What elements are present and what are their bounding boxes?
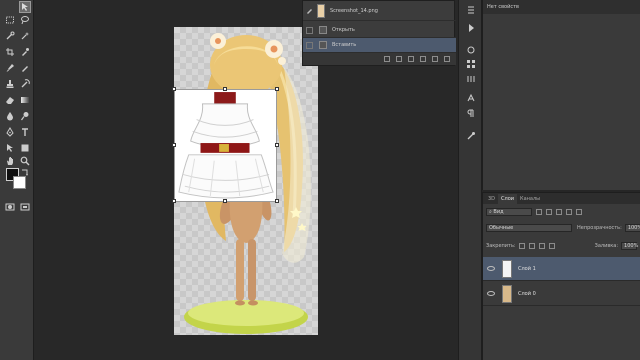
layer-name: Слой 0 — [518, 290, 536, 297]
play-icon[interactable] — [408, 56, 414, 62]
layer-thumbnail — [502, 259, 512, 278]
file-panel-footer — [303, 53, 456, 65]
transform-handle-tl[interactable] — [172, 87, 176, 91]
filter-kind-label: Вид — [493, 209, 504, 215]
quick-mask-icon[interactable] — [4, 201, 16, 213]
actions-icon[interactable] — [465, 22, 477, 34]
visibility-eye-icon[interactable] — [487, 291, 495, 296]
checkbox-icon[interactable] — [306, 42, 313, 49]
new-icon[interactable] — [432, 56, 438, 62]
blend-mode-select[interactable]: Обычные — [486, 224, 572, 232]
tab-layers[interactable]: Слои — [498, 194, 518, 204]
swap-colors-icon[interactable] — [19, 166, 31, 178]
pasted-layer-transform-box[interactable] — [174, 89, 277, 202]
folder-icon[interactable] — [420, 56, 426, 62]
fill-label: Заливка: — [594, 243, 619, 249]
properties-panel: Нет свойств — [482, 0, 640, 190]
history-icon[interactable] — [465, 4, 477, 16]
layer-thumbnail — [502, 284, 512, 303]
opacity-input[interactable]: 100% — [624, 224, 640, 232]
tools-panel — [0, 0, 34, 360]
filter-smart-icon[interactable] — [576, 209, 582, 215]
lock-transparent-icon[interactable] — [518, 243, 525, 249]
lock-label: Закрепить: — [486, 243, 516, 249]
eyedropper-icon[interactable] — [19, 46, 31, 58]
edit-icon — [306, 7, 313, 14]
filter-adjust-icon[interactable] — [546, 209, 552, 215]
hand-icon[interactable] — [4, 155, 16, 167]
panel-dock — [458, 0, 482, 360]
action-icon — [319, 41, 327, 49]
transform-handle-bottom[interactable] — [223, 199, 227, 203]
history-brush-icon[interactable] — [19, 78, 31, 90]
filter-shape-icon[interactable] — [566, 209, 572, 215]
filter-kind-select[interactable]: ⌕ Вид — [486, 208, 532, 216]
pen-icon[interactable] — [4, 126, 16, 138]
file-row[interactable]: Screenshot_14.png — [303, 1, 456, 21]
properties-title: Нет свойств — [483, 0, 640, 14]
dress-image — [178, 92, 274, 199]
lock-row: Закрепить: Заливка: 100% — [483, 242, 640, 250]
fill-input[interactable]: 100% — [621, 242, 638, 250]
action-icon — [319, 26, 327, 34]
blend-row: Обычные Непрозрачность: 100% — [483, 224, 640, 232]
search-icon: ⌕ — [489, 209, 492, 215]
stamp-icon[interactable] — [4, 78, 16, 90]
screen-mode-icon[interactable] — [19, 201, 31, 213]
gradient-icon[interactable] — [19, 94, 31, 106]
layers-tabs: 3D Слои Каналы — [483, 193, 640, 204]
crop-icon[interactable] — [4, 46, 16, 58]
pencil-icon[interactable] — [19, 62, 31, 74]
shape-icon[interactable] — [19, 142, 31, 154]
adjustments-icon[interactable] — [465, 73, 477, 85]
dodge-icon[interactable] — [19, 110, 31, 122]
transform-handle-br[interactable] — [275, 199, 279, 203]
lasso-icon[interactable] — [19, 14, 31, 26]
swatches-icon[interactable] — [465, 58, 477, 70]
layers-panel: 3D Слои Каналы ⌕ Вид Обычные Непрозрачно… — [482, 192, 640, 360]
trash-icon[interactable] — [444, 56, 450, 62]
move-tool-icon[interactable] — [19, 1, 31, 13]
transform-handle-right[interactable] — [275, 143, 279, 147]
eraser-icon[interactable] — [4, 94, 16, 106]
record-icon[interactable] — [396, 56, 402, 62]
action-insert-label: Вставить — [332, 42, 357, 48]
filter-row: ⌕ Вид — [483, 208, 640, 216]
paragraph-icon[interactable] — [465, 107, 477, 119]
layer-row[interactable]: Слой 0 — [483, 282, 640, 306]
layer-row[interactable]: Слой 1 — [483, 257, 640, 281]
filter-pixel-icon[interactable] — [536, 209, 542, 215]
lock-pixels-icon[interactable] — [528, 243, 535, 249]
file-panel: Screenshot_14.png Открыть Вставить — [302, 0, 456, 66]
file-thumbnail — [317, 3, 325, 18]
file-name: Screenshot_14.png — [330, 7, 378, 14]
action-insert[interactable]: Вставить — [303, 38, 456, 53]
stop-icon[interactable] — [384, 56, 390, 62]
opacity-label: Непрозрачность: — [577, 225, 622, 231]
layer-name: Слой 1 — [518, 265, 536, 272]
tab-channels[interactable]: Каналы — [517, 194, 543, 204]
filter-type-icon[interactable] — [556, 209, 562, 215]
action-open[interactable]: Открыть — [303, 23, 456, 38]
tool-presets-icon[interactable] — [465, 130, 477, 142]
brush-icon[interactable] — [4, 62, 16, 74]
transform-handle-top[interactable] — [223, 87, 227, 91]
blur-icon[interactable] — [4, 110, 16, 122]
transform-handle-tr[interactable] — [275, 87, 279, 91]
text-icon[interactable] — [19, 126, 31, 138]
action-open-label: Открыть — [332, 27, 355, 33]
lock-position-icon[interactable] — [538, 243, 545, 249]
checkbox-icon[interactable] — [306, 27, 313, 34]
character-icon[interactable] — [465, 44, 477, 56]
quick-select-icon[interactable] — [4, 30, 16, 42]
transform-handle-bl[interactable] — [172, 199, 176, 203]
transform-handle-left[interactable] — [172, 143, 176, 147]
visibility-eye-icon[interactable] — [487, 266, 495, 271]
magic-wand-icon[interactable] — [19, 30, 31, 42]
path-select-icon[interactable] — [4, 142, 16, 154]
lock-all-icon[interactable] — [548, 243, 555, 249]
character-text-icon[interactable] — [465, 92, 477, 104]
tab-3d[interactable]: 3D — [485, 194, 498, 204]
rect-marquee-icon[interactable] — [4, 14, 16, 26]
